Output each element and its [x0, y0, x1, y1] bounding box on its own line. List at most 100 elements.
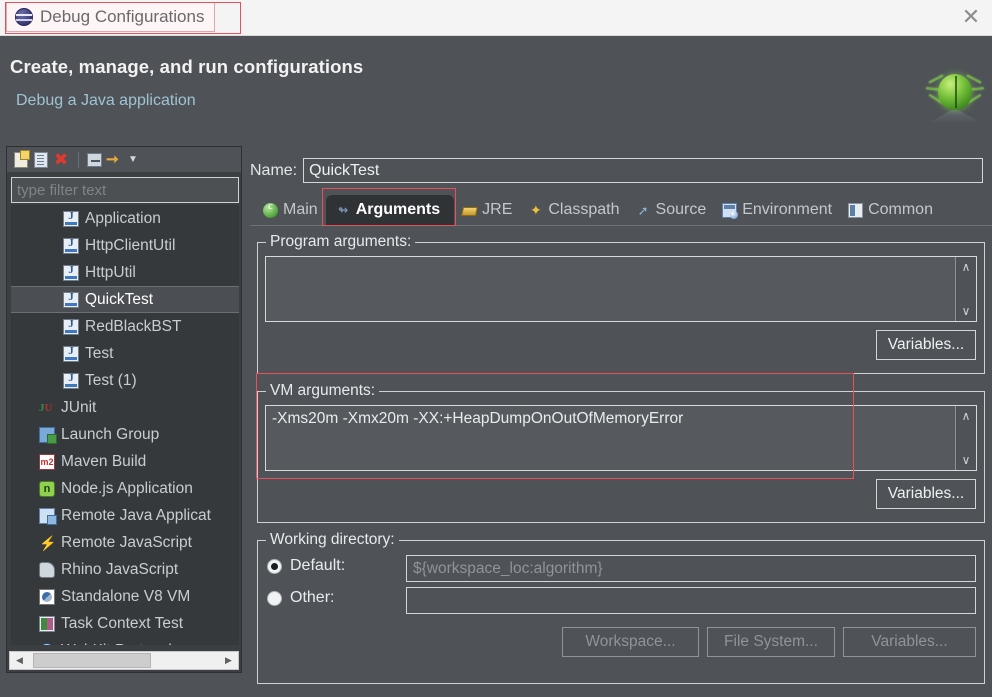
vm-arguments-input[interactable]: -Xms20m -Xmx20m -XX:+HeapDumpOnOutOfMemo…	[266, 406, 955, 470]
working-directory-default-radio-row[interactable]: Default:	[267, 557, 345, 575]
variables-button[interactable]: Variables...	[843, 627, 976, 657]
window-title-tab[interactable]: Debug Configurations	[6, 2, 216, 32]
tree-item-label: Maven Build	[61, 452, 147, 470]
tree-item-httputil[interactable]: HttpUtil	[11, 259, 239, 286]
configuration-editor-panel: Name: QuickTest Main ↬ Arguments JRE ✦ Cla…	[250, 146, 992, 697]
working-directory-group: Working directory: Default: ${workspace_…	[257, 531, 985, 684]
tab-classpath[interactable]: ✦ Classpath	[520, 195, 627, 225]
page-title: Create, manage, and run configurations	[10, 56, 364, 77]
green-bug-icon	[924, 62, 986, 124]
new-launch-configuration-icon[interactable]	[14, 149, 30, 168]
tab-label: Main	[283, 201, 318, 218]
tree-item-quicktest[interactable]: QuickTest	[11, 286, 239, 313]
program-arguments-field-wrapper[interactable]: ∧ ∨	[265, 256, 977, 322]
toolbar-separator	[78, 151, 79, 168]
file-system-button[interactable]: File System...	[707, 627, 835, 657]
tree-item-junit[interactable]: JU JUnit	[11, 394, 239, 421]
radio-other-icon[interactable]	[267, 590, 282, 606]
vm-arguments-variables-button[interactable]: Variables...	[876, 479, 976, 509]
java-application-icon	[63, 345, 79, 362]
common-tab-icon	[848, 202, 864, 218]
workspace-button[interactable]: Workspace...	[562, 627, 699, 657]
tree-item-label: Test	[85, 344, 114, 362]
scroll-left-icon[interactable]: ◀	[10, 652, 29, 669]
working-directory-other-input[interactable]	[406, 587, 976, 614]
debug-configurations-window: Debug Configurations ✕ Create, manage, a…	[0, 0, 992, 697]
tree-item-rhino-javascript[interactable]: Rhino JavaScript	[11, 556, 239, 583]
scrollbar-thumb[interactable]	[33, 653, 151, 668]
tree-item-launch-group[interactable]: Launch Group	[11, 421, 239, 448]
program-arguments-scrollbar[interactable]: ∧ ∨	[955, 257, 976, 321]
working-directory-default-input[interactable]: ${workspace_loc:algorithm}	[406, 555, 976, 582]
scroll-up-icon[interactable]: ∧	[962, 410, 971, 422]
rhino-icon	[39, 561, 55, 578]
close-icon[interactable]: ✕	[956, 4, 986, 32]
tree-horizontal-scrollbar[interactable]: ◀ ▶	[9, 651, 239, 670]
tree-item-httpclientutil[interactable]: HttpClientUtil	[11, 232, 239, 259]
filter-field-wrapper[interactable]	[11, 177, 239, 203]
vm-arguments-scrollbar[interactable]: ∧ ∨	[955, 406, 976, 470]
window-titlebar: Debug Configurations ✕	[0, 0, 992, 36]
tree-item-test-1[interactable]: Test (1)	[11, 367, 239, 394]
tree-item-label: Launch Group	[61, 425, 160, 443]
tree-item-remote-javascript[interactable]: ⚡ Remote JavaScript	[11, 529, 239, 556]
radio-default-icon[interactable]	[267, 558, 282, 574]
launch-group-icon	[39, 426, 57, 444]
scroll-right-icon[interactable]: ▶	[219, 652, 238, 669]
classpath-tab-icon: ✦	[530, 201, 542, 218]
radio-default-label: Default:	[290, 557, 346, 574]
tab-label: Common	[868, 201, 933, 218]
tree-item-label: Application	[85, 209, 161, 227]
tree-item-label: Test (1)	[85, 371, 137, 389]
launch-configuration-tree[interactable]: Application HttpClientUtil HttpUtil Quic…	[11, 205, 239, 645]
configuration-name-row: Name: QuickTest	[250, 158, 984, 183]
dialog-header: Create, manage, and run configurations D…	[0, 36, 992, 136]
tree-item-maven-build[interactable]: m2 Maven Build	[11, 448, 239, 475]
environment-tab-icon	[722, 202, 739, 219]
tree-item-label: Standalone V8 VM	[61, 587, 191, 605]
tree-item-task-context-test[interactable]: Task Context Test	[11, 610, 239, 637]
chevron-down-icon[interactable]: ▼	[128, 151, 146, 169]
tree-item-webkit-protocol[interactable]: WebKit Protocol	[11, 637, 239, 645]
junit-icon: JU	[39, 401, 53, 414]
vm-arguments-field-wrapper[interactable]: -Xms20m -Xmx20m -XX:+HeapDumpOnOutOfMemo…	[265, 405, 977, 471]
name-input[interactable]: QuickTest	[303, 158, 984, 183]
tab-source[interactable]: ➚ Source	[628, 195, 715, 225]
scroll-up-icon[interactable]: ∧	[962, 261, 971, 273]
tab-label: JRE	[482, 201, 513, 218]
filter-arrow-icon[interactable]: ➞	[106, 151, 124, 169]
tab-jre[interactable]: JRE	[454, 195, 520, 225]
tab-common[interactable]: Common	[840, 195, 941, 225]
java-application-icon	[63, 237, 79, 254]
search-input[interactable]	[12, 178, 238, 202]
radio-other-label: Other:	[290, 589, 335, 606]
duplicate-configuration-icon[interactable]	[34, 151, 48, 168]
tree-item-nodejs-application[interactable]: n Node.js Application	[11, 475, 239, 502]
configuration-tabs: Main ↬ Arguments JRE ✦ Classpath ➚ Source E…	[255, 193, 941, 225]
tab-main[interactable]: Main	[255, 195, 326, 225]
scroll-down-icon[interactable]: ∨	[962, 454, 971, 466]
tab-arguments[interactable]: ↬ Arguments	[325, 195, 455, 225]
tree-item-application[interactable]: Application	[11, 205, 239, 232]
tree-item-test[interactable]: Test	[11, 340, 239, 367]
arguments-tab-icon: ↬	[338, 202, 349, 217]
program-arguments-group: Program arguments: ∧ ∨ Variables...	[257, 233, 985, 374]
name-label: Name:	[250, 161, 298, 179]
tree-item-standalone-v8-vm[interactable]: Standalone V8 VM	[11, 583, 239, 610]
tree-item-label: WebKit Protocol	[61, 642, 172, 646]
tree-item-label: Rhino JavaScript	[61, 560, 179, 578]
program-arguments-label: Program arguments:	[266, 233, 416, 251]
tree-item-remote-java[interactable]: Remote Java Applicat	[11, 502, 239, 529]
tab-environment[interactable]: Environment	[714, 195, 840, 225]
working-directory-other-radio-row[interactable]: Other:	[267, 589, 334, 607]
scroll-down-icon[interactable]: ∨	[962, 305, 971, 317]
tab-label: Environment	[742, 201, 833, 218]
tree-item-redblackbst[interactable]: RedBlackBST	[11, 313, 239, 340]
collapse-all-icon[interactable]	[87, 152, 102, 167]
java-application-icon	[63, 372, 79, 389]
delete-configuration-icon[interactable]: ✖	[52, 151, 70, 169]
page-subtitle: Debug a Java application	[16, 92, 196, 109]
program-arguments-input[interactable]	[266, 257, 955, 321]
tree-item-label: HttpUtil	[85, 263, 136, 281]
program-arguments-variables-button[interactable]: Variables...	[876, 330, 976, 360]
